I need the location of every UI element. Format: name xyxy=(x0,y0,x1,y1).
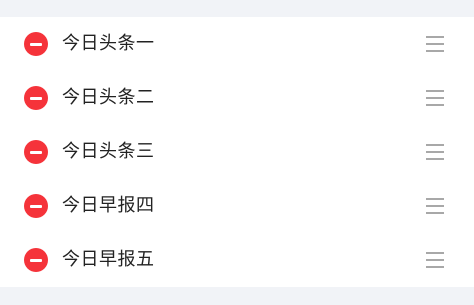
minus-icon xyxy=(30,204,42,208)
minus-icon xyxy=(30,258,42,262)
drag-handle-icon[interactable] xyxy=(426,197,444,215)
drag-handle-icon[interactable] xyxy=(426,89,444,107)
list-item: 今日头条二 xyxy=(0,71,474,125)
drag-handle-icon[interactable] xyxy=(426,251,444,269)
delete-item-button[interactable] xyxy=(24,86,48,110)
minus-icon xyxy=(30,150,42,154)
delete-item-button[interactable] xyxy=(24,194,48,218)
list-item-label: 今日头条一 xyxy=(62,33,155,54)
delete-item-button[interactable] xyxy=(24,248,48,272)
list-item: 今日早报四 xyxy=(0,179,474,233)
delete-item-button[interactable] xyxy=(24,140,48,164)
minus-icon xyxy=(30,42,42,46)
minus-icon xyxy=(30,96,42,100)
list-item: 今日头条一 xyxy=(0,17,474,71)
list-item-label: 今日头条三 xyxy=(62,141,155,162)
list-item: 今日早报五 xyxy=(0,233,474,287)
list-item-label: 今日早报五 xyxy=(62,249,155,270)
delete-item-button[interactable] xyxy=(24,32,48,56)
drag-handle-icon[interactable] xyxy=(426,143,444,161)
list-item: 今日头条三 xyxy=(0,125,474,179)
drag-handle-icon[interactable] xyxy=(426,35,444,53)
list-item-label: 今日早报四 xyxy=(62,195,155,216)
sortable-list: 今日头条一 今日头条二 今日头条三 今日早报四 今日早报五 xyxy=(0,17,474,287)
list-item-label: 今日头条二 xyxy=(62,87,155,108)
